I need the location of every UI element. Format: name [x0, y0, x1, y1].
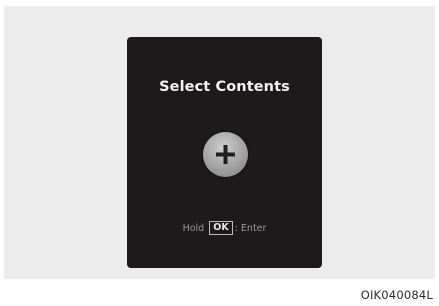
figure-code: OIK040084L [360, 288, 433, 302]
hint-hold-text: Hold [182, 223, 205, 234]
ok-key-label: OK [209, 221, 233, 235]
plus-icon [216, 145, 235, 164]
instruction-hint: Hold OK: Enter [127, 221, 322, 236]
display-screen: Select Contents Hold OK: Enter [127, 37, 322, 268]
screen-title: Select Contents [159, 79, 290, 95]
hint-separator: : [234, 223, 238, 234]
hint-enter-text: Enter [240, 223, 267, 234]
add-content-button[interactable] [203, 132, 248, 177]
